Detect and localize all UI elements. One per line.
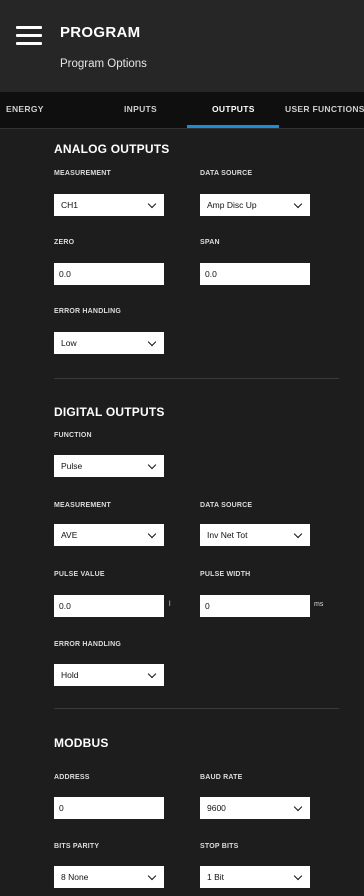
pulse-value-input[interactable]: 0.0 xyxy=(54,595,164,617)
chevron-down-icon xyxy=(147,199,157,209)
function-select[interactable]: Pulse xyxy=(54,455,164,477)
digital-measurement-select[interactable]: AVE xyxy=(54,524,164,546)
analog-error-handling-select[interactable]: Low xyxy=(54,332,164,354)
baud-rate-value: 9600 xyxy=(207,803,226,813)
pulse-value-label: PULSE VALUE xyxy=(54,571,105,578)
function-value: Pulse xyxy=(61,461,83,471)
digital-outputs-heading: DIGITAL OUTPUTS xyxy=(54,405,165,419)
chevron-down-icon xyxy=(147,871,157,881)
tab-bar: ENERGY INPUTS OUTPUTS USER FUNCTIONS xyxy=(0,92,364,129)
analog-data-source-value: Amp Disc Up xyxy=(207,200,257,210)
chevron-down-icon xyxy=(293,199,303,209)
digital-error-handling-select[interactable]: Hold xyxy=(54,664,164,686)
stop-bits-value: 1 Bit xyxy=(207,872,225,882)
bits-parity-select[interactable]: 8 None xyxy=(54,866,164,888)
chevron-down-icon xyxy=(293,871,303,881)
digital-data-source-select[interactable]: Inv Net Tot xyxy=(200,524,310,546)
baud-rate-select[interactable]: 9600 xyxy=(200,797,310,819)
hamburger-menu-icon[interactable] xyxy=(16,26,42,46)
digital-data-source-label: DATA SOURCE xyxy=(200,502,253,509)
bits-parity-value: 8 None xyxy=(61,872,89,882)
modbus-heading: MODBUS xyxy=(54,736,109,750)
bits-parity-label: BITS PARITY xyxy=(54,843,100,850)
address-input[interactable]: 0 xyxy=(54,797,164,819)
page-title: PROGRAM xyxy=(60,24,141,41)
tab-user-functions[interactable]: USER FUNCTIONS xyxy=(285,92,364,128)
chevron-down-icon xyxy=(147,529,157,539)
tab-energy[interactable]: ENERGY xyxy=(6,92,44,128)
digital-data-source-value: Inv Net Tot xyxy=(207,530,248,540)
analog-measurement-select[interactable]: CH1 xyxy=(54,194,164,216)
section-divider xyxy=(54,378,339,379)
pulse-width-unit: ms xyxy=(314,601,324,608)
analog-data-source-select[interactable]: Amp Disc Up xyxy=(200,194,310,216)
tab-inputs[interactable]: INPUTS xyxy=(124,92,157,128)
chevron-down-icon xyxy=(147,669,157,679)
stop-bits-label: STOP BITS xyxy=(200,843,239,850)
digital-error-handling-value: Hold xyxy=(61,670,79,680)
app-header: PROGRAM Program Options xyxy=(0,0,364,92)
digital-error-handling-label: ERROR HANDLING xyxy=(54,641,121,648)
pulse-width-label: PULSE WIDTH xyxy=(200,571,251,578)
stop-bits-select[interactable]: 1 Bit xyxy=(200,866,310,888)
zero-input[interactable]: 0.0 xyxy=(54,263,164,285)
analog-measurement-value: CH1 xyxy=(61,200,79,210)
active-tab-indicator xyxy=(187,125,279,128)
tab-outputs[interactable]: OUTPUTS xyxy=(212,92,255,128)
page-subtitle: Program Options xyxy=(60,58,147,70)
pulse-width-input[interactable]: 0 xyxy=(200,595,310,617)
pulse-value-unit: l xyxy=(169,601,171,608)
analog-outputs-heading: ANALOG OUTPUTS xyxy=(54,142,170,156)
address-label: ADDRESS xyxy=(54,774,90,781)
span-label: SPAN xyxy=(200,239,220,246)
zero-label: ZERO xyxy=(54,239,75,246)
span-input[interactable]: 0.0 xyxy=(200,263,310,285)
function-label: FUNCTION xyxy=(54,432,92,439)
section-divider xyxy=(54,708,339,709)
chevron-down-icon xyxy=(293,802,303,812)
digital-measurement-value: AVE xyxy=(61,530,78,540)
baud-rate-label: BAUD RATE xyxy=(200,774,243,781)
analog-measurement-label: MEASUREMENT xyxy=(54,170,112,177)
analog-data-source-label: DATA SOURCE xyxy=(200,170,253,177)
analog-error-handling-value: Low xyxy=(61,338,77,348)
chevron-down-icon xyxy=(147,460,157,470)
chevron-down-icon xyxy=(147,337,157,347)
analog-error-handling-label: ERROR HANDLING xyxy=(54,308,121,315)
digital-measurement-label: MEASUREMENT xyxy=(54,502,112,509)
chevron-down-icon xyxy=(293,529,303,539)
